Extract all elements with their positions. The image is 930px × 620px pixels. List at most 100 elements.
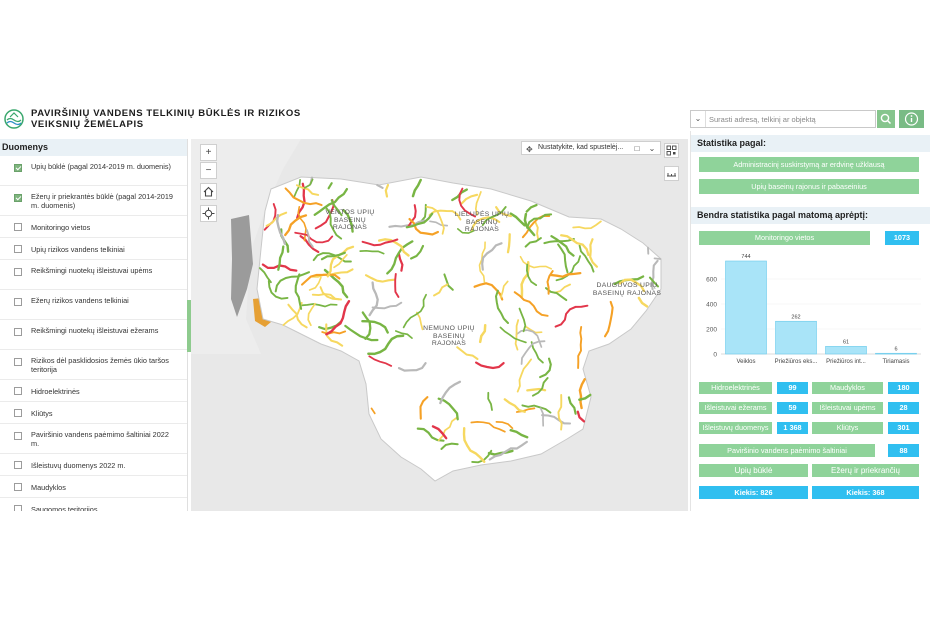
layer-checkbox[interactable] xyxy=(14,387,22,395)
layer-label: Saugomos teritorijos xyxy=(31,505,98,511)
layer-checkbox[interactable] xyxy=(14,194,22,202)
home-icon xyxy=(203,186,214,197)
layer-item[interactable]: Paviršinio vandens paėmimo šaltiniai 202… xyxy=(0,424,187,454)
stat-value-lake-outlets: 59 xyxy=(777,402,808,414)
stat-label-obstacles: Kliūtys xyxy=(812,422,883,434)
layer-checkbox[interactable] xyxy=(14,245,22,253)
layer-label: Maudyklos xyxy=(31,483,66,492)
layer-checkbox[interactable] xyxy=(14,268,22,276)
layer-item[interactable]: Upių būklė (pagal 2014-2019 m. duomenis) xyxy=(0,156,187,186)
layer-item[interactable]: Ežerų ir priekrantės būklė (pagal 2014-2… xyxy=(0,186,187,216)
qr-code-button[interactable] xyxy=(664,143,679,158)
measure-button[interactable] xyxy=(664,166,679,181)
chart-data-label: 61 xyxy=(843,339,849,345)
layer-checkbox[interactable] xyxy=(14,298,22,306)
layer-item[interactable]: Rizikos dėl pasklidosios žemės ūkio tarš… xyxy=(0,350,187,380)
layer-label: Išleistuvų duomenys 2022 m. xyxy=(31,461,126,470)
search-button[interactable] xyxy=(877,110,895,128)
layer-item[interactable]: Saugomos teritorijos xyxy=(0,498,187,511)
chart-data-label: 744 xyxy=(741,254,750,260)
stat-value-river-outlets: 28 xyxy=(888,402,919,414)
layer-label: Upių būklė (pagal 2014-2019 m. duomenis) xyxy=(31,162,171,171)
stat-label-water-intake: Paviršinio vandens paėmimo šaltiniai xyxy=(699,444,875,457)
layer-checkbox[interactable] xyxy=(14,461,22,469)
layer-list: Upių būklė (pagal 2014-2019 m. duomenis)… xyxy=(0,156,187,511)
river-segment xyxy=(653,257,662,260)
layer-item[interactable]: Ežerų rizikos vandens telkiniai xyxy=(0,290,187,320)
stat-label-river-outlets: Išleistuvai upėms xyxy=(812,402,883,414)
search-input[interactable] xyxy=(709,113,869,126)
layer-item[interactable]: Upių rizikos vandens telkiniai xyxy=(0,238,187,260)
chart-bar[interactable] xyxy=(875,352,917,355)
chart-bar[interactable] xyxy=(825,346,867,355)
stat-label-lake-outlets: Išleistuvai ežerams xyxy=(699,402,772,414)
map-view[interactable]: + − ✥ Nustatykite, kad spustelėj... □ ⌄ … xyxy=(191,139,688,511)
layer-checkbox[interactable] xyxy=(14,223,22,231)
lake-status-button[interactable]: Ežerų ir priekrančių xyxy=(812,464,919,477)
chart-bar[interactable] xyxy=(725,260,767,355)
layer-label: Paviršinio vandens paėmimo šaltiniai 202… xyxy=(31,430,169,448)
layer-label: Reikšmingi nuotekų išleistuvai ežerams xyxy=(31,326,159,335)
stat-label-bathing: Maudyklos xyxy=(812,382,883,394)
stat-value-water-intake: 88 xyxy=(888,444,919,457)
layer-checkbox[interactable] xyxy=(14,483,22,491)
layer-checkbox[interactable] xyxy=(14,164,22,172)
layer-checkbox[interactable] xyxy=(14,358,22,366)
basin-label-nemunas: NEMUNO UPIŲ BASEINŲ RAJONAS xyxy=(423,325,475,347)
locate-button[interactable] xyxy=(200,205,217,222)
copy-button[interactable]: □ xyxy=(631,142,643,155)
coord-dropdown[interactable]: ⌄ xyxy=(646,142,658,155)
layer-label: Reikšmingi nuotekų išleistuvai upėms xyxy=(31,266,153,275)
layer-checkbox[interactable] xyxy=(14,328,22,336)
layer-checkbox[interactable] xyxy=(14,432,22,440)
chart-category-label: Priežiūros eks... xyxy=(775,359,818,365)
stat-label-hydro: Hidroelektrinės xyxy=(699,382,772,394)
layer-item[interactable]: Reikšmingi nuotekų išleistuvai upėms xyxy=(0,260,187,290)
chart-y-tick-label: 400 xyxy=(706,302,717,309)
info-icon xyxy=(904,112,919,126)
crosshair-icon: ✥ xyxy=(526,145,533,154)
layer-checkbox[interactable] xyxy=(14,409,22,417)
layer-item[interactable]: Maudyklos xyxy=(0,476,187,498)
info-button[interactable] xyxy=(899,110,924,128)
layer-item[interactable]: Kliūtys xyxy=(0,402,187,424)
coordinate-tool-label: Nustatykite, kad spustelėj... xyxy=(538,144,624,151)
stat-value-bathing: 180 xyxy=(888,382,919,394)
home-button[interactable] xyxy=(200,183,217,200)
zoom-in-button[interactable]: + xyxy=(200,144,217,161)
curonian-spit xyxy=(231,215,253,317)
layer-item[interactable]: Monitoringo vietos xyxy=(0,216,187,238)
chart-y-tick-label: 200 xyxy=(706,327,717,334)
chart-category-label: Veiklos xyxy=(736,359,755,365)
layer-checkbox[interactable] xyxy=(14,505,22,511)
chart-category-label: Priežiūros int... xyxy=(826,359,866,365)
chart-data-label: 6 xyxy=(894,346,897,352)
measure-icon xyxy=(667,173,676,177)
layer-label: Monitoringo vietos xyxy=(31,223,91,232)
layer-label: Ežerų ir priekrantės būklė (pagal 2014-2… xyxy=(31,192,173,210)
search-box[interactable]: ⌄ xyxy=(690,110,876,128)
layer-item[interactable]: Reikšmingi nuotekų išleistuvai ežerams xyxy=(0,320,187,350)
statistics-panel: Statistika pagal: Administracinį suskirs… xyxy=(690,131,930,511)
search-icon xyxy=(880,113,892,125)
chart-category-label: Tiriamasis xyxy=(882,359,909,365)
chart-bar[interactable] xyxy=(775,320,817,355)
zoom-out-button[interactable]: − xyxy=(200,162,217,179)
stat-value-hydro: 99 xyxy=(777,382,808,394)
layers-panel: Duomenys Upių būklė (pagal 2014-2019 m. … xyxy=(0,139,188,511)
chevron-down-icon[interactable]: ⌄ xyxy=(691,111,706,127)
water-logo-icon xyxy=(4,109,24,129)
stat-label-outlet-data: Išleistuvų duomenys xyxy=(699,422,772,434)
river-count: Kiekis: 826 xyxy=(699,486,808,499)
layer-item[interactable]: Išleistuvų duomenys 2022 m. xyxy=(0,454,187,476)
app-title: Paviršinių vandens telkinių būklės ir ri… xyxy=(31,108,301,130)
layer-item[interactable]: Hidroelektrinės xyxy=(0,380,187,402)
river-status-button[interactable]: Upių būklė xyxy=(699,464,808,477)
lake-count: Kiekis: 368 xyxy=(812,486,919,499)
locate-icon xyxy=(202,207,215,220)
layer-label: Upių rizikos vandens telkiniai xyxy=(31,245,125,254)
chart-y-tick-label: 0 xyxy=(713,352,717,359)
app-root: Paviršinių vandens telkinių būklės ir ri… xyxy=(0,0,930,620)
layer-label: Kliūtys xyxy=(31,409,53,418)
basin-label-dauguva: DAUGUVOS UPIŲ BASEINŲ RAJONAS xyxy=(592,282,662,297)
